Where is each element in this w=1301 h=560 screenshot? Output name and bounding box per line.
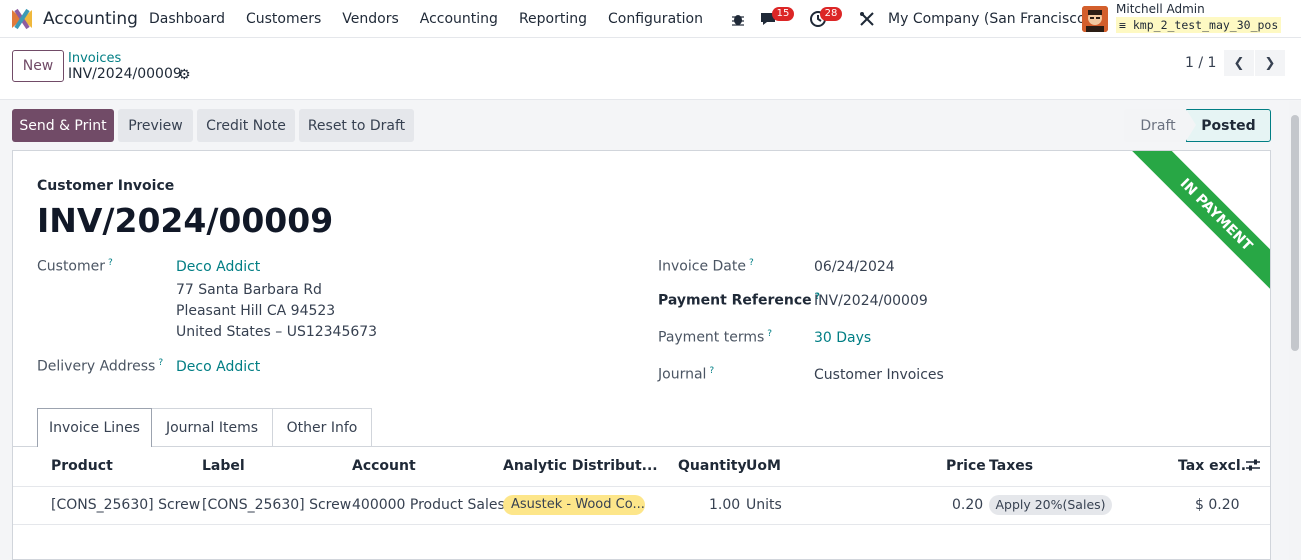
menu-accounting[interactable]: Accounting <box>420 11 498 27</box>
user-avatar[interactable] <box>1082 6 1108 32</box>
row-product[interactable]: [CONS_25630] Screw <box>51 497 200 513</box>
help-icon[interactable]: ? <box>749 258 754 268</box>
app-name[interactable]: Accounting <box>43 9 138 29</box>
column-label[interactable]: Label <box>202 458 245 474</box>
customer-address-line2: Pleasant Hill CA 94523 <box>176 303 336 319</box>
menu-configuration[interactable]: Configuration <box>608 11 703 27</box>
delivery-address-link[interactable]: Deco Addict <box>176 359 260 375</box>
optional-columns-icon[interactable] <box>1245 458 1261 476</box>
delivery-address-label: Delivery Address? <box>37 358 163 375</box>
scrollbar-thumb[interactable] <box>1291 115 1299 351</box>
row-tax-excluded: $ 0.20 <box>1195 497 1240 513</box>
customer-link[interactable]: Deco Addict <box>176 259 260 275</box>
column-quantity[interactable]: Quantity <box>678 458 747 474</box>
status-draft[interactable]: Draft <box>1124 109 1192 142</box>
column-price[interactable]: Price <box>946 458 986 474</box>
column-account[interactable]: Account <box>352 458 416 474</box>
row-divider <box>13 524 1270 525</box>
invoice-date-label: Invoice Date? <box>658 258 754 275</box>
breadcrumb-current: INV/2024/00009 <box>68 66 182 82</box>
pager-previous-button[interactable]: ❮ <box>1224 50 1254 76</box>
menu-reporting[interactable]: Reporting <box>519 11 587 27</box>
help-icon[interactable]: ? <box>767 329 772 339</box>
control-panel: New Invoices INV/2024/00009 ⚙ 1 / 1 ❮ ❯ <box>0 38 1301 100</box>
activities-badge: 28 <box>820 7 842 21</box>
document-type: Customer Invoice <box>37 178 175 194</box>
database-name: ≡ kmp_2_test_may_30_pos <box>1116 17 1282 33</box>
invoice-date-label-text: Invoice Date <box>658 258 746 275</box>
journal-label-text: Journal <box>658 366 707 383</box>
new-button[interactable]: New <box>12 50 64 82</box>
customer-label: Customer? <box>37 258 113 275</box>
row-analytic-tag[interactable]: Asustek - Wood Co... <box>503 495 645 515</box>
in-payment-ribbon: IN PAYMENT <box>1130 151 1270 301</box>
database-icon: ≡ <box>1119 18 1126 32</box>
pager-next-button[interactable]: ❯ <box>1255 50 1285 76</box>
column-taxes[interactable]: Taxes <box>989 458 1033 474</box>
status-posted[interactable]: Posted <box>1186 109 1271 142</box>
journal-label: Journal? <box>658 366 714 383</box>
menu-customers[interactable]: Customers <box>246 11 321 27</box>
tools-icon[interactable] <box>857 9 877 29</box>
row-label[interactable]: [CONS_25630] Screw <box>202 497 351 513</box>
chevron-left-icon: ❮ <box>1233 55 1245 71</box>
send-print-button[interactable]: Send & Print <box>12 109 114 142</box>
row-tax-tag[interactable]: Apply 20%(Sales) <box>989 495 1112 515</box>
messages-badge: 15 <box>772 7 794 21</box>
column-tax-excluded[interactable]: Tax excl. <box>1178 458 1246 474</box>
column-analytic-distribution[interactable]: Analytic Distribut... <box>503 458 658 474</box>
tab-invoice-lines[interactable]: Invoice Lines <box>37 408 152 447</box>
breadcrumb-invoices[interactable]: Invoices <box>68 51 121 66</box>
help-icon[interactable]: ? <box>158 358 163 368</box>
row-uom[interactable]: Units <box>746 497 782 513</box>
payment-reference-field[interactable]: INV/2024/00009 <box>814 293 928 309</box>
invoice-number: INV/2024/00009 <box>37 201 334 240</box>
credit-note-button[interactable]: Credit Note <box>197 109 295 142</box>
menu-dashboard[interactable]: Dashboard <box>149 11 225 27</box>
menu-vendors[interactable]: Vendors <box>342 11 398 27</box>
column-product[interactable]: Product <box>51 458 113 474</box>
top-navbar: Accounting Dashboard Customers Vendors A… <box>0 0 1301 38</box>
delivery-address-label-text: Delivery Address <box>37 358 156 375</box>
reset-to-draft-button[interactable]: Reset to Draft <box>299 109 414 142</box>
row-price[interactable]: 0.20 <box>952 497 983 513</box>
chevron-right-icon: ❯ <box>1264 55 1276 71</box>
status-separator <box>1186 109 1196 141</box>
tabs-divider <box>13 446 1270 447</box>
user-name[interactable]: Mitchell Admin <box>1116 2 1205 16</box>
column-uom[interactable]: UoM <box>746 458 781 474</box>
help-icon[interactable]: ? <box>108 258 113 268</box>
bug-icon[interactable] <box>728 9 748 29</box>
accounting-app-icon[interactable] <box>10 8 34 30</box>
database-label: kmp_2_test_may_30_pos <box>1132 18 1279 32</box>
tab-journal-items[interactable]: Journal Items <box>151 408 273 447</box>
row-account[interactable]: 400000 Product Sales <box>352 497 505 513</box>
customer-address-line1: 77 Santa Barbara Rd <box>176 282 322 298</box>
row-quantity[interactable]: 1.00 <box>709 497 740 513</box>
company-switcher[interactable]: My Company (San Francisco) <box>888 11 1091 27</box>
header-divider <box>13 486 1270 487</box>
payment-terms-label: Payment terms? <box>658 329 772 346</box>
help-icon[interactable]: ? <box>709 366 714 376</box>
tab-other-info[interactable]: Other Info <box>272 408 372 447</box>
payment-terms-link[interactable]: 30 Days <box>814 330 871 346</box>
customer-label-text: Customer <box>37 258 106 275</box>
customer-address-line3: United States – US12345673 <box>176 324 378 340</box>
invoice-date-field[interactable]: 06/24/2024 <box>814 259 895 275</box>
journal-field[interactable]: Customer Invoices <box>814 367 944 383</box>
invoice-sheet: IN PAYMENT Customer Invoice INV/2024/000… <box>12 150 1271 560</box>
payment-reference-label-text: Payment Reference <box>658 292 812 309</box>
gear-icon[interactable]: ⚙ <box>178 67 191 83</box>
payment-reference-label: Payment Reference? <box>658 292 820 309</box>
pager-value[interactable]: 1 / 1 <box>1185 55 1216 71</box>
preview-button[interactable]: Preview <box>118 109 193 142</box>
payment-terms-label-text: Payment terms <box>658 329 765 346</box>
main-menu: Dashboard Customers Vendors Accounting R… <box>149 11 724 27</box>
